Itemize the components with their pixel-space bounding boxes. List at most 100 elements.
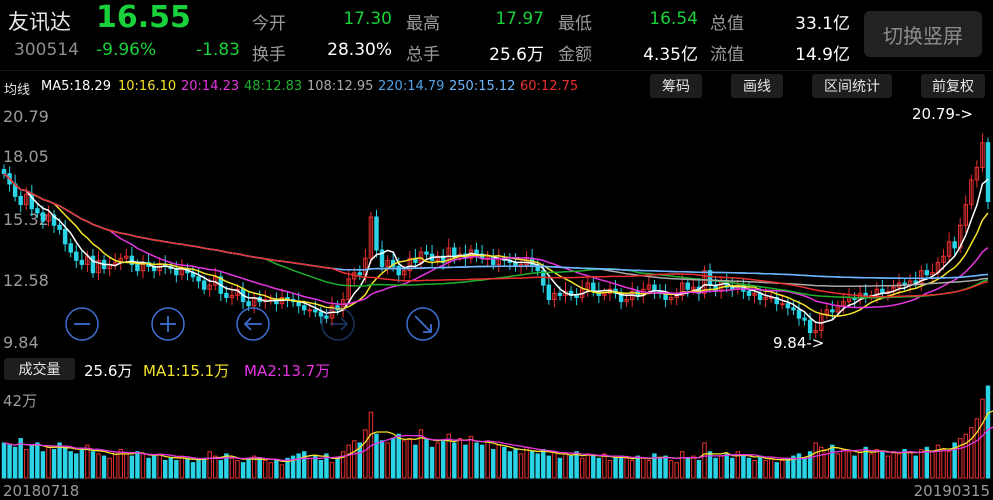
volume-bar bbox=[68, 451, 73, 479]
volume-bar bbox=[379, 440, 385, 479]
reset-zoom-icon[interactable] bbox=[406, 307, 440, 341]
ma-item-20: 20:14.23 bbox=[181, 79, 240, 94]
volume-bar bbox=[135, 451, 140, 479]
volume-bar bbox=[746, 457, 752, 479]
volume-bar bbox=[585, 453, 590, 479]
volume-axis-label: 42万 bbox=[3, 392, 37, 410]
volume-indicator-button[interactable]: 成交量 bbox=[4, 358, 75, 380]
volume-bar bbox=[919, 449, 924, 479]
volume-bar bbox=[941, 449, 946, 479]
volume-bar bbox=[1, 442, 7, 479]
quote-label-turnover: 换手 bbox=[252, 45, 286, 65]
volume-bar bbox=[213, 455, 218, 479]
volume-bar bbox=[435, 442, 440, 479]
volume-bar bbox=[396, 433, 401, 479]
volume-bar bbox=[529, 451, 535, 479]
volume-bar bbox=[757, 455, 763, 479]
volume-bar bbox=[596, 457, 602, 479]
candle-body bbox=[224, 292, 229, 298]
volume-bar bbox=[874, 449, 880, 479]
volume-bar bbox=[974, 418, 980, 479]
volume-bar bbox=[146, 457, 151, 479]
candle-body bbox=[357, 272, 363, 276]
quote-value-total-value: 33.1亿 bbox=[795, 14, 850, 34]
volume-bar bbox=[296, 453, 301, 479]
volume-bar bbox=[980, 398, 985, 479]
volume-bar bbox=[307, 457, 312, 479]
y-tick-label: 12.58 bbox=[3, 271, 49, 290]
volume-bar bbox=[696, 459, 702, 479]
scroll-left-icon[interactable] bbox=[236, 307, 270, 341]
volume-bar bbox=[490, 449, 496, 479]
volume-bar bbox=[440, 440, 446, 479]
volume-bar bbox=[40, 451, 46, 479]
quote-label-float-value: 流值 bbox=[710, 45, 744, 65]
ma-line-5 bbox=[3, 173, 989, 324]
candle-body bbox=[474, 249, 479, 255]
volume-bar bbox=[229, 457, 235, 479]
volume-bar bbox=[718, 455, 724, 479]
ma-line-250 bbox=[3, 173, 989, 279]
volume-bar bbox=[62, 446, 68, 479]
rotate-portrait-button[interactable]: 切换竖屏 bbox=[864, 11, 982, 57]
ma-item-250: 250:15.12 bbox=[449, 79, 516, 94]
ma-line-10 bbox=[3, 173, 989, 317]
adjust-forward-button[interactable]: 前复权 bbox=[921, 74, 985, 98]
zoom-out-icon[interactable] bbox=[65, 307, 99, 341]
high-marker: 20.79-> bbox=[912, 105, 973, 123]
candle-body bbox=[557, 292, 563, 296]
quote-label-low: 最低 bbox=[558, 14, 592, 34]
candle-body bbox=[246, 301, 251, 307]
volume-bar bbox=[51, 449, 57, 479]
range-stats-button[interactable]: 区间统计 bbox=[812, 74, 892, 98]
volume-bar bbox=[802, 457, 807, 479]
volume-bar bbox=[602, 453, 607, 479]
volume-bar bbox=[174, 459, 179, 479]
volume-bar bbox=[579, 457, 585, 479]
ma-item-10: 10:16.10 bbox=[118, 79, 177, 94]
volume-bar bbox=[413, 444, 418, 479]
candle-body bbox=[757, 292, 763, 301]
candle-body bbox=[74, 251, 79, 261]
volume-bar bbox=[713, 457, 718, 479]
volume-bar bbox=[680, 451, 685, 479]
volume-chart[interactable]: 42万 20180718 20190315 bbox=[0, 382, 993, 500]
ma-item-48: 48:12.83 bbox=[244, 79, 303, 94]
volume-bar bbox=[668, 459, 674, 479]
candle-body bbox=[18, 195, 23, 206]
draw-line-button[interactable]: 画线 bbox=[731, 74, 783, 98]
volume-bar bbox=[157, 453, 162, 479]
volume-ma1-line bbox=[3, 410, 993, 463]
volume-bar bbox=[162, 459, 168, 479]
chips-button[interactable]: 筹码 bbox=[650, 74, 702, 98]
candle-body bbox=[318, 311, 324, 317]
candle-body bbox=[79, 259, 85, 265]
volume-bar bbox=[513, 449, 518, 479]
volume-legend-bar: 成交量 25.6万 MA1:15.1万 MA2:13.7万 bbox=[0, 356, 993, 382]
volume-bar bbox=[424, 438, 429, 479]
volume-bar bbox=[335, 457, 340, 479]
volume-bar bbox=[468, 435, 474, 479]
volume-bar bbox=[463, 444, 468, 479]
quote-value-float-value: 14.9亿 bbox=[795, 45, 850, 65]
quote-label-open: 今开 bbox=[252, 14, 286, 34]
candle-body bbox=[452, 247, 457, 257]
volume-bar bbox=[313, 455, 318, 479]
zoom-in-icon[interactable] bbox=[151, 307, 185, 341]
volume-bar bbox=[502, 446, 507, 479]
volume-bar bbox=[641, 457, 646, 479]
volume-bar bbox=[896, 453, 902, 479]
candlestick-chart[interactable]: 20.79 18.05 15.32 12.58 9.84 20.79-> 9.8… bbox=[0, 102, 993, 356]
volume-bar bbox=[496, 444, 502, 479]
quote-label-amount: 金额 bbox=[558, 45, 592, 65]
volume-bar bbox=[112, 451, 118, 479]
volume-bar bbox=[385, 442, 390, 479]
volume-bar bbox=[785, 457, 791, 479]
volume-ma1: MA1:15.1万 bbox=[143, 362, 230, 380]
candle-body bbox=[924, 270, 930, 276]
volume-bar bbox=[96, 453, 101, 479]
volume-bar bbox=[780, 459, 785, 479]
volume-bar bbox=[557, 457, 563, 479]
volume-bar bbox=[402, 440, 407, 479]
volume-bar bbox=[969, 427, 974, 479]
